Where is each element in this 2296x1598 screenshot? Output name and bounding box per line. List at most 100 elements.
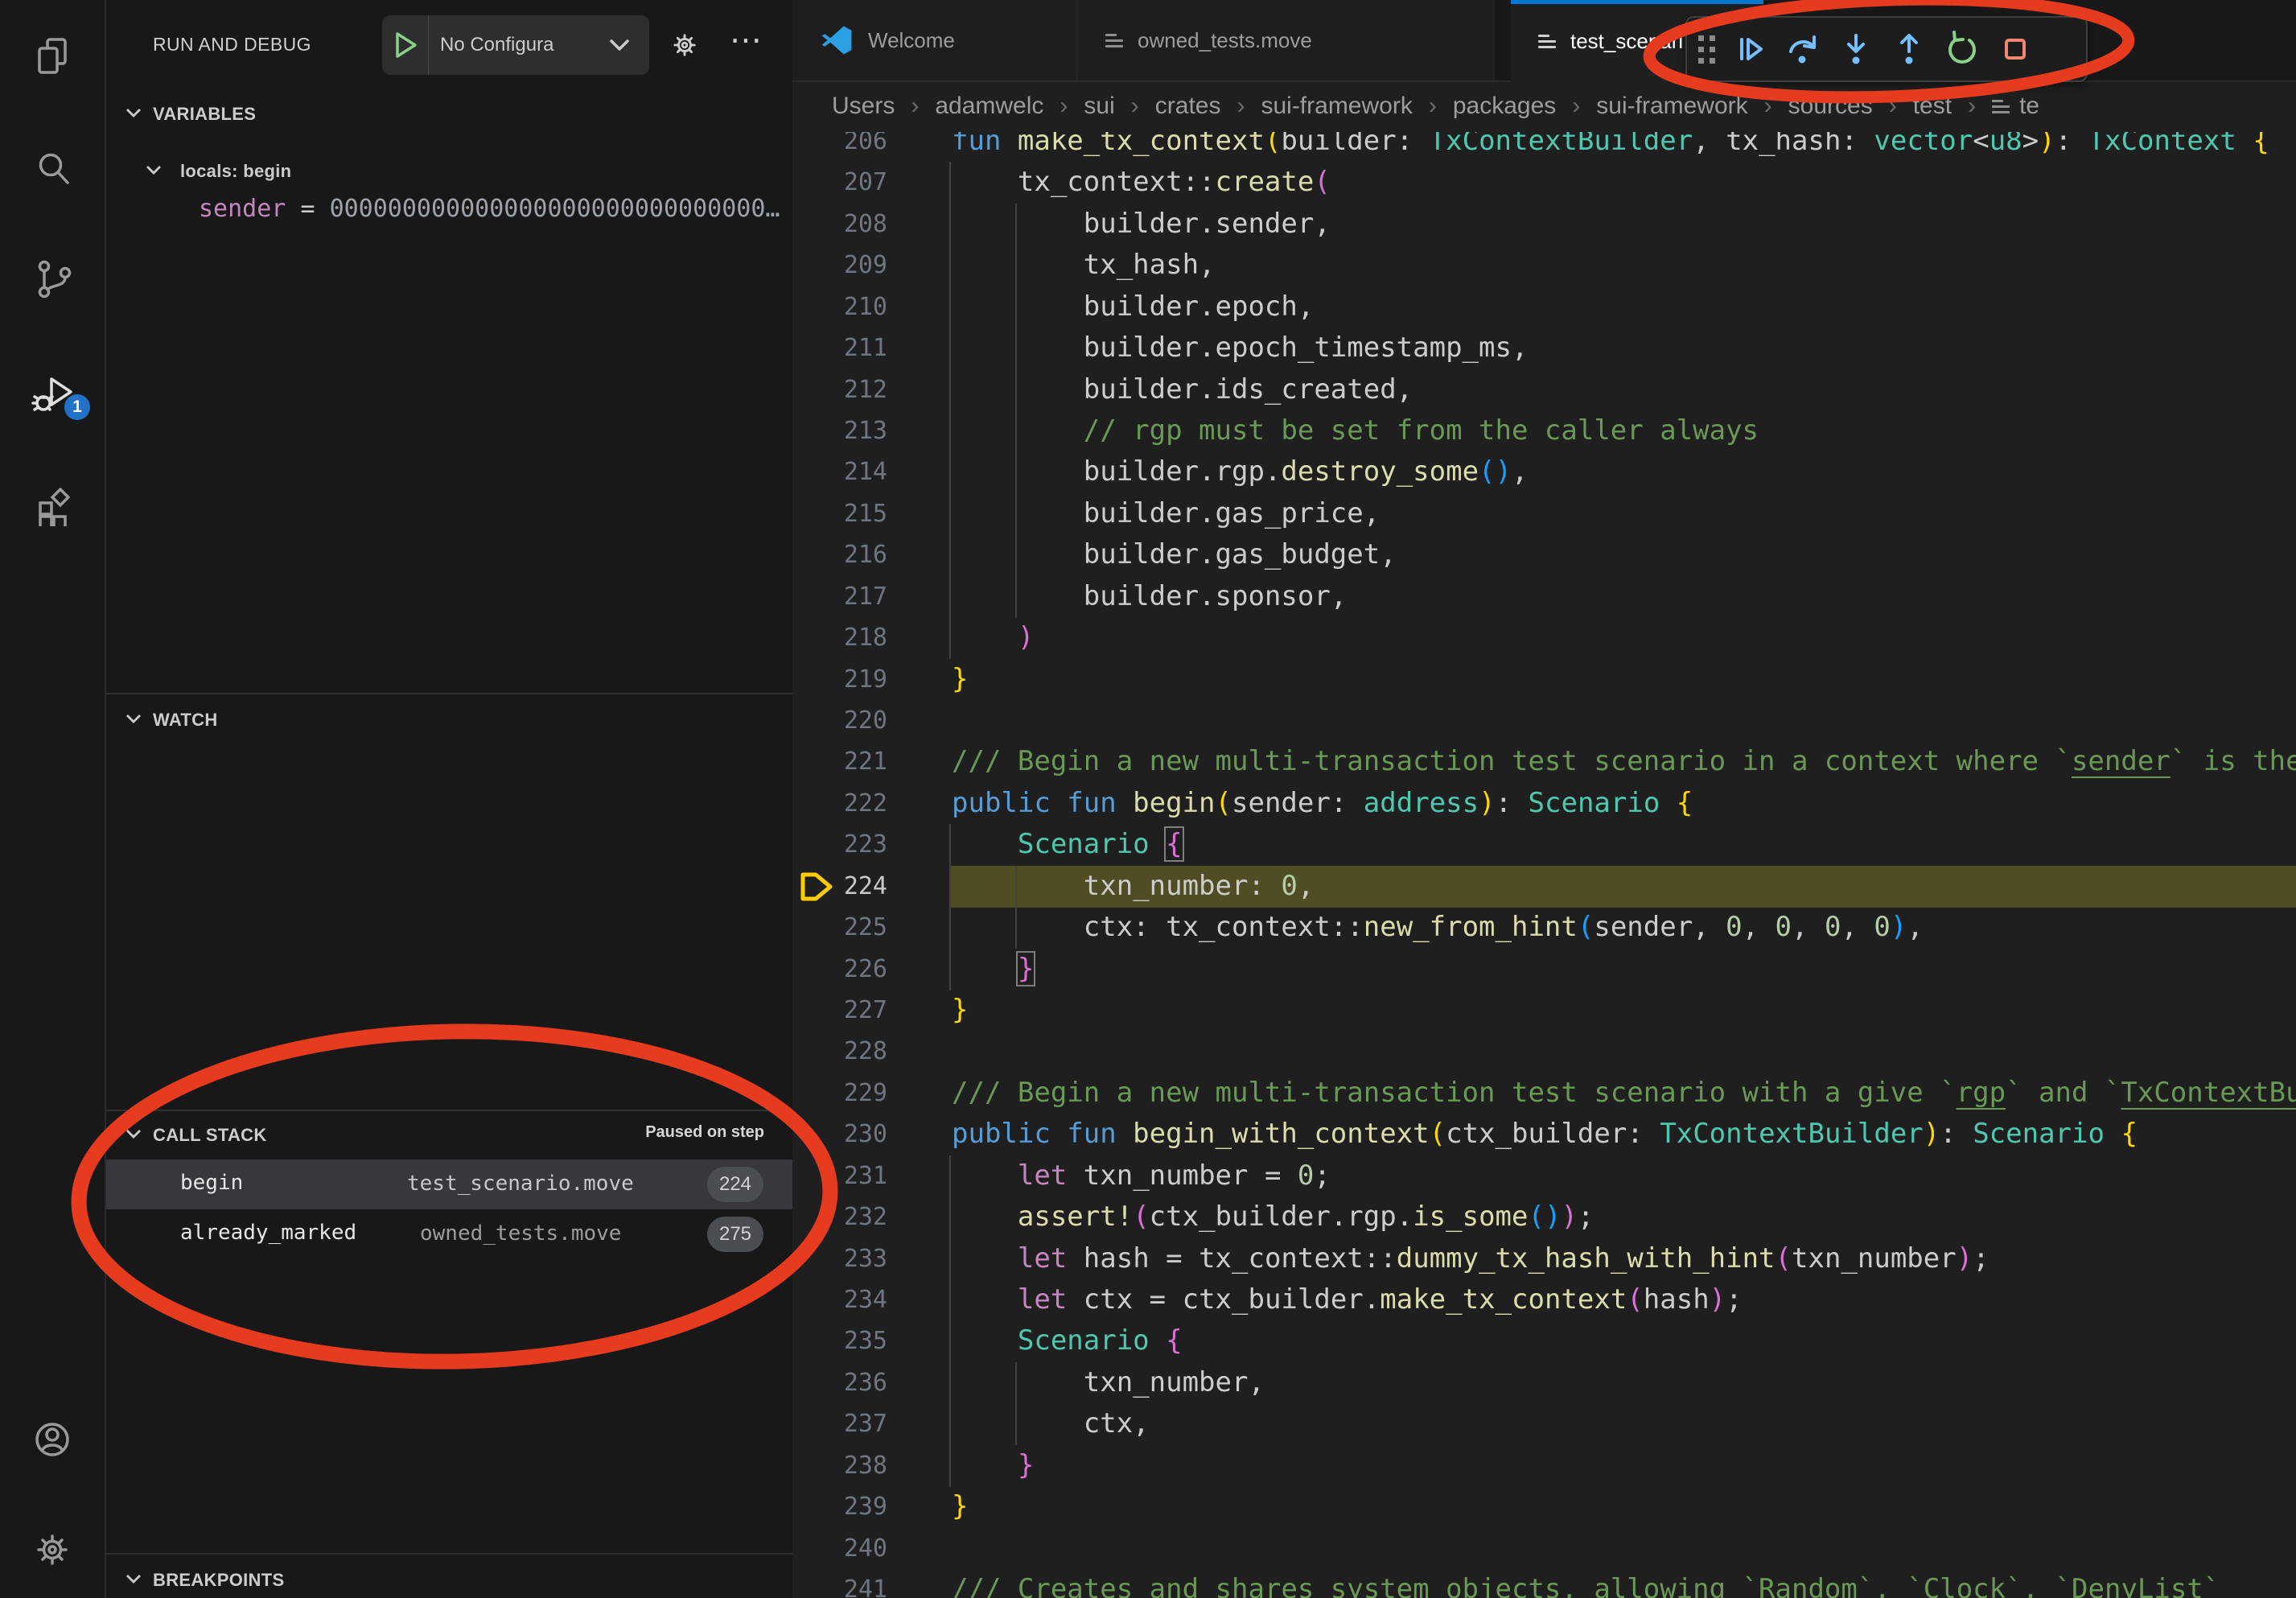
code-line[interactable]: public fun begin(sender: address): Scena… — [952, 783, 1693, 824]
section-header-variables[interactable]: VARIABLES — [153, 104, 256, 125]
step-over-button[interactable] — [1776, 25, 1829, 73]
breadcrumb-item[interactable]: packages — [1453, 93, 1556, 120]
code-line[interactable]: Scenario { — [952, 824, 1183, 865]
gutter-line-number[interactable]: 235 — [792, 1320, 887, 1361]
code-line[interactable]: tx_hash, — [952, 245, 1216, 286]
gutter-line-number[interactable]: 224 — [792, 866, 887, 907]
debug-settings-gear-icon[interactable] — [669, 29, 701, 65]
code-line[interactable]: builder.epoch_timestamp_ms, — [952, 327, 1528, 369]
section-divider[interactable] — [106, 693, 792, 694]
code-line[interactable]: /// Begin a new multi-transaction test s… — [952, 741, 2296, 782]
gutter-line-number[interactable]: 208 — [792, 204, 887, 245]
gutter-line-number[interactable]: 212 — [792, 369, 887, 410]
continue-button[interactable] — [1723, 25, 1776, 73]
gutter-line-number[interactable]: 229 — [792, 1073, 887, 1114]
code-line[interactable]: public fun begin_with_context(ctx_builde… — [952, 1114, 2138, 1155]
gutter-line-number[interactable]: 227 — [792, 990, 887, 1031]
call-stack-frame[interactable]: already_marked owned_tests.move 275 — [106, 1209, 792, 1259]
code-line[interactable]: assert!(ctx_builder.rgp.is_some()); — [952, 1196, 1594, 1238]
gutter-line-number[interactable]: 231 — [792, 1155, 887, 1196]
breadcrumb-item[interactable]: sui — [1084, 93, 1114, 120]
toolbar-drag-grip[interactable] — [1698, 35, 1715, 64]
search-icon[interactable] — [30, 146, 75, 191]
debug-config-dropdown[interactable]: No Configura — [382, 15, 649, 75]
code-line[interactable]: // rgp must be set from the caller alway… — [952, 410, 1759, 451]
gutter-line-number[interactable]: 221 — [792, 741, 887, 782]
code-line[interactable]: builder.ids_created, — [952, 369, 1413, 410]
gutter-line-number[interactable]: 240 — [792, 1528, 887, 1569]
gutter-line-number[interactable]: 209 — [792, 245, 887, 286]
code-line[interactable]: } — [952, 659, 968, 700]
code-line[interactable]: builder.epoch, — [952, 286, 1314, 327]
variables-scope-label[interactable]: locals: begin — [180, 161, 291, 182]
breadcrumb-item[interactable]: sui-framework — [1261, 93, 1412, 120]
gutter-line-number[interactable]: 210 — [792, 286, 887, 327]
code-line[interactable]: } — [952, 990, 968, 1031]
gutter-line-number[interactable]: 220 — [792, 700, 887, 741]
settings-gear-icon[interactable] — [30, 1527, 75, 1572]
breadcrumb-item[interactable]: test — [1913, 93, 1952, 120]
gutter-line-number[interactable]: 241 — [792, 1569, 887, 1598]
code-line[interactable]: } — [952, 949, 1034, 990]
code-line[interactable]: builder.gas_budget, — [952, 534, 1397, 575]
more-actions-icon[interactable]: ⋯ — [730, 18, 762, 63]
gutter-line-number[interactable]: 239 — [792, 1486, 887, 1527]
code-line[interactable]: ctx, — [952, 1403, 1150, 1444]
code-line[interactable]: builder.rgp.destroy_some(), — [952, 451, 1528, 492]
breadcrumb-item[interactable]: crates — [1155, 93, 1221, 120]
gutter-line-number[interactable]: 219 — [792, 659, 887, 700]
gutter-line-number[interactable]: 215 — [792, 493, 887, 534]
section-header-call-stack[interactable]: CALL STACK — [153, 1125, 267, 1146]
tab-owned-tests[interactable]: owned_tests.move — [1076, 0, 1495, 80]
gutter-line-number[interactable]: 226 — [792, 949, 887, 990]
section-divider[interactable] — [106, 1553, 792, 1555]
gutter-line-number[interactable]: 213 — [792, 410, 887, 451]
breadcrumb-item[interactable]: sources — [1788, 93, 1873, 120]
gutter-line-number[interactable]: 217 — [792, 576, 887, 617]
gutter-line-number[interactable]: 223 — [792, 824, 887, 865]
code-line[interactable]: Scenario { — [952, 1320, 1183, 1361]
explorer-icon[interactable] — [30, 33, 75, 78]
gutter-line-number[interactable]: 232 — [792, 1196, 887, 1238]
code-line[interactable]: txn_number: 0, — [952, 866, 1314, 907]
code-line[interactable]: let hash = tx_context::dummy_tx_hash_wit… — [952, 1238, 1989, 1279]
start-debug-icon[interactable] — [394, 31, 418, 59]
code-line[interactable]: } — [952, 1445, 1034, 1486]
gutter-line-number[interactable]: 238 — [792, 1445, 887, 1486]
extensions-icon[interactable] — [30, 481, 75, 526]
code-editor[interactable]: 206fun make_tx_context(builder: TxContex… — [792, 0, 2296, 1598]
gutter-line-number[interactable]: 211 — [792, 327, 887, 369]
gutter-line-number[interactable]: 222 — [792, 783, 887, 824]
step-out-button[interactable] — [1882, 25, 1936, 73]
gutter-line-number[interactable]: 207 — [792, 162, 887, 203]
tab-welcome[interactable]: Welcome — [792, 0, 1076, 80]
code-line[interactable]: let ctx = ctx_builder.make_tx_context(ha… — [952, 1279, 1743, 1320]
code-line[interactable]: let txn_number = 0; — [952, 1155, 1331, 1196]
gutter-line-number[interactable]: 214 — [792, 451, 887, 492]
code-line[interactable]: ctx: tx_context::new_from_hint(sender, 0… — [952, 907, 1924, 948]
restart-button[interactable] — [1936, 25, 1989, 73]
code-line[interactable]: } — [952, 1486, 968, 1527]
gutter-line-number[interactable]: 225 — [792, 907, 887, 948]
code-line[interactable]: ) — [952, 617, 1034, 658]
code-line[interactable]: tx_context::create( — [952, 162, 1331, 203]
section-divider[interactable] — [106, 1110, 792, 1111]
code-line[interactable]: txn_number, — [952, 1362, 1265, 1403]
breadcrumb-file[interactable]: te — [2019, 93, 2039, 120]
section-header-watch[interactable]: WATCH — [153, 710, 218, 731]
gutter-line-number[interactable]: 216 — [792, 534, 887, 575]
code-line[interactable]: builder.gas_price, — [952, 493, 1380, 534]
gutter-line-number[interactable]: 237 — [792, 1403, 887, 1444]
breadcrumb-item[interactable]: Users — [832, 93, 895, 120]
variable-row[interactable]: sender = 000000000000000000000000000000… — [199, 195, 780, 223]
breadcrumb-item[interactable]: adamwelc — [935, 93, 1043, 120]
gutter-line-number[interactable]: 234 — [792, 1279, 887, 1320]
source-control-icon[interactable] — [30, 256, 75, 301]
gutter-line-number[interactable]: 228 — [792, 1031, 887, 1072]
account-icon[interactable] — [30, 1417, 75, 1462]
gutter-line-number[interactable]: 236 — [792, 1362, 887, 1403]
gutter-line-number[interactable]: 218 — [792, 617, 887, 658]
step-into-button[interactable] — [1829, 25, 1882, 73]
gutter-line-number[interactable]: 230 — [792, 1114, 887, 1155]
code-line[interactable]: /// Creates and shares system objects, a… — [952, 1569, 2220, 1598]
